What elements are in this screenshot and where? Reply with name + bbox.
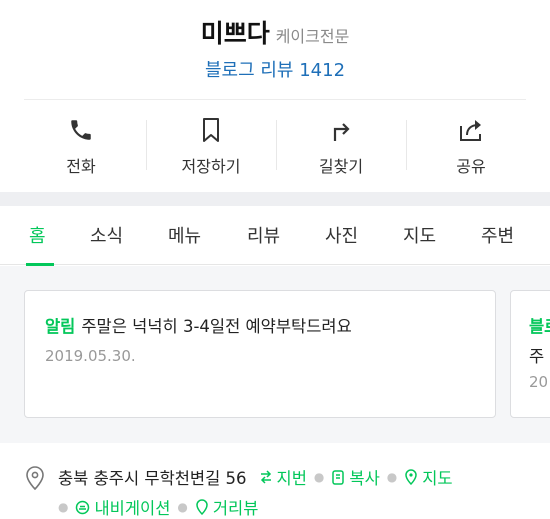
share-label: 공유	[456, 157, 486, 176]
save-button[interactable]: 저장하기	[146, 100, 276, 190]
navigation-label: 내비게이션	[94, 499, 171, 518]
blog-review-count: 1412	[299, 60, 346, 81]
call-button[interactable]: 전화	[16, 100, 146, 190]
bookmark-icon	[197, 116, 225, 144]
notice-text-row: 알림 주말은 넉넉히 3-4일전 예약부탁드려요	[45, 313, 352, 337]
share-button[interactable]: 공유	[406, 100, 536, 190]
next-card[interactable]: 블로 주 20	[510, 290, 550, 418]
call-label: 전화	[66, 157, 96, 176]
separator-dot: ●	[177, 500, 188, 514]
notice-text: 주말은 넉넉히 3-4일전 예약부탁드려요	[81, 317, 352, 336]
directions-label: 길찾기	[318, 157, 364, 176]
location-pin-icon	[24, 465, 46, 491]
separator-dot: ●	[58, 500, 69, 514]
notice-date: 2019.05.30.	[45, 347, 136, 365]
navigation-link[interactable]: 내비게이션	[75, 495, 170, 519]
lot-number-label: 지번	[276, 469, 307, 488]
separator-dot: ●	[386, 470, 398, 484]
tab-map[interactable]: 지도	[403, 222, 436, 248]
map-label: 지도	[422, 469, 453, 488]
next-card-date: 20	[529, 373, 549, 391]
swap-icon	[260, 470, 271, 484]
copy-label: 복사	[349, 469, 380, 488]
tab-menu[interactable]: 메뉴	[168, 222, 201, 248]
address-line: 충북 충주시 무학천변길 56 지번 ● 복사 ● 지도	[58, 465, 453, 489]
save-label: 저장하기	[181, 157, 241, 176]
separator-dot: ●	[313, 470, 325, 484]
title-row: 미쁘다 케이크전문	[0, 14, 550, 50]
phone-icon	[67, 116, 95, 144]
street-view-link[interactable]: 거리뷰	[195, 495, 259, 519]
map-pin-icon	[405, 469, 418, 485]
blog-review-label: 블로그 리뷰	[204, 60, 294, 81]
tab-photos[interactable]: 사진	[325, 222, 358, 248]
street-view-label: 거리뷰	[212, 499, 259, 518]
address-text: 충북 충주시 무학천변길 56	[58, 469, 247, 488]
address-links-row: ● 내비게이션 ● 거리뷰	[58, 495, 258, 519]
map-link[interactable]: 지도	[404, 465, 453, 489]
directions-icon	[327, 116, 355, 144]
next-card-tag: 블로	[529, 317, 550, 336]
section-gap	[0, 192, 550, 206]
news-carousel[interactable]: 알림 주말은 넉넉히 3-4일전 예약부탁드려요 2019.05.30. 블로 주…	[0, 266, 550, 443]
tab-news[interactable]: 소식	[90, 222, 123, 248]
tab-reviews[interactable]: 리뷰	[247, 222, 280, 248]
place-name: 미쁘다	[200, 19, 270, 48]
place-category: 케이크전문	[275, 27, 350, 46]
next-card-text: 주	[529, 347, 545, 366]
car-icon	[76, 500, 90, 514]
address-section: 충북 충주시 무학천변길 56 지번 ● 복사 ● 지도 ● 내비게이션 ● 거…	[0, 443, 550, 519]
action-bar: 전화 저장하기 길찾기 공유	[16, 100, 536, 190]
lot-number-link[interactable]: 지번	[259, 465, 307, 489]
copy-icon	[332, 469, 345, 485]
blog-review-link[interactable]: 블로그 리뷰 1412	[0, 56, 550, 82]
notice-card[interactable]: 알림 주말은 넉넉히 3-4일전 예약부탁드려요 2019.05.30.	[24, 290, 496, 418]
street-view-pin-icon	[196, 499, 208, 515]
directions-button[interactable]: 길찾기	[276, 100, 406, 190]
tab-home[interactable]: 홈	[29, 222, 46, 248]
notice-tag: 알림	[45, 317, 76, 336]
tab-bar: 홈 소식 메뉴 리뷰 사진 지도 주변	[0, 206, 550, 266]
copy-address-link[interactable]: 복사	[331, 465, 380, 489]
place-header: 미쁘다 케이크전문 블로그 리뷰 1412 전화 저장하기 길찾기 공유	[0, 0, 550, 192]
share-icon	[457, 116, 485, 144]
tab-nearby[interactable]: 주변	[481, 222, 514, 248]
